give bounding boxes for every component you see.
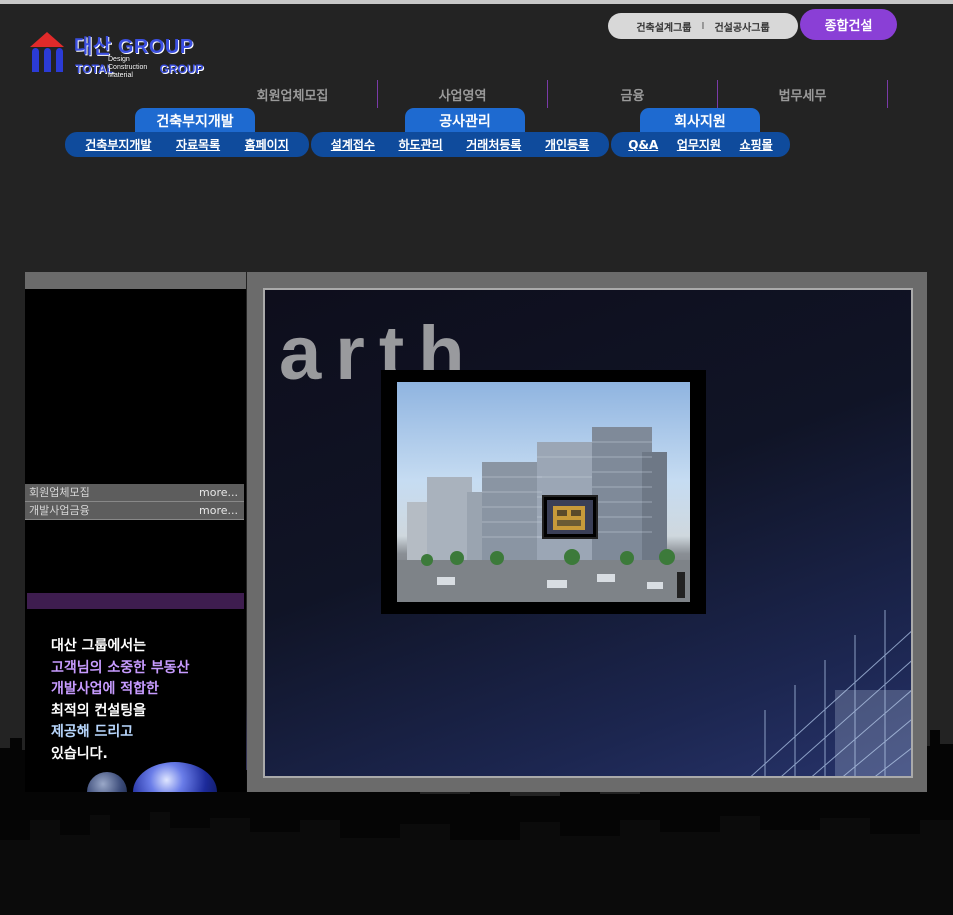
submenu-item-data-list[interactable]: 자료목록: [176, 136, 220, 153]
main-visual-frame: arth finar: [247, 272, 927, 792]
submenu-tab-site-development[interactable]: 건축부지개발: [135, 108, 255, 133]
submenu-tab-construction-management[interactable]: 공사관리: [405, 108, 525, 133]
top-group-links: 건축설계그룹 I 건설공사그룹: [608, 13, 798, 39]
left-panel-divider: [27, 593, 244, 609]
top-link-design-group[interactable]: 건축설계그룹: [636, 19, 691, 34]
main-visual: arth finar: [263, 288, 913, 778]
logo-pillars-icon: [32, 48, 64, 72]
news-row-development-finance[interactable]: 개발사업금융 more...: [25, 502, 244, 520]
daesan-group-logo[interactable]: 대산 GROUP TOTAL GROUP Design Construction…: [28, 30, 218, 82]
main-menu: 회원업체모집 사업영역 금융 법무세무: [208, 80, 888, 108]
submenu-item-personal-register[interactable]: 개인등록: [545, 136, 589, 153]
submenu-item-subcontract[interactable]: 하도관리: [399, 136, 443, 153]
logo-name: 대산 GROUP: [74, 36, 194, 58]
submenu-bar-construction-management: 설계접수 하도관리 거래처등록 개인등록: [311, 132, 609, 157]
company-message: 대산 그룹에서는 고객님의 소중한 부동산 개발사업에 적합한 최적의 컨설팅을…: [51, 636, 190, 765]
logo-small-line-3: Material: [108, 72, 133, 79]
message-line-3: 개발사업에 적합한: [51, 681, 159, 697]
building-photo: [397, 382, 690, 602]
submenu-item-qna[interactable]: Q&A: [628, 138, 658, 152]
top-link-construction-group[interactable]: 건설공사그룹: [714, 19, 769, 34]
building-photo-frame: [381, 370, 706, 614]
more-link[interactable]: more...: [199, 484, 238, 501]
top-border: [0, 0, 953, 4]
logo-small-line-2: Construction: [108, 64, 148, 71]
menu-legal-tax[interactable]: 법무세무: [718, 80, 888, 108]
top-link-separator: I: [701, 20, 705, 32]
logo-roof-icon: [30, 32, 64, 47]
submenu-item-vendor-register[interactable]: 거래처등록: [466, 136, 521, 153]
left-panel-header: [25, 272, 246, 289]
message-line-1: 대산 그룹에서는: [51, 638, 147, 654]
menu-finance[interactable]: 금융: [548, 80, 718, 108]
news-row-title: 회원업체모집: [29, 486, 90, 499]
submenu-bar-site-development: 건축부지개발 자료목록 홈페이지: [65, 132, 309, 157]
news-row-member-recruit[interactable]: 회원업체모집 more...: [25, 484, 244, 502]
submenu-item-homepage[interactable]: 홈페이지: [245, 136, 289, 153]
logo-small-line-1: Design: [108, 56, 130, 63]
submenu-item-site-development[interactable]: 건축부지개발: [85, 136, 151, 153]
message-line-4: 최적의 컨설팅을: [51, 702, 147, 719]
submenu-item-shopping-mall[interactable]: 쇼핑몰: [740, 136, 773, 153]
building-thumbnail[interactable]: [542, 495, 598, 539]
general-construction-button[interactable]: 종합건설: [800, 9, 897, 40]
submenu-bar-company-support: Q&A 업무지원 쇼핑몰: [611, 132, 790, 157]
submenu-tab-company-support[interactable]: 회사지원: [640, 108, 760, 133]
message-line-2: 고객님의 소중한 부동산: [51, 659, 190, 676]
menu-member-recruit[interactable]: 회원업체모집: [208, 80, 378, 108]
glass-building-decoration: [750, 610, 911, 776]
message-line-5: 제공해 드리고: [51, 724, 134, 740]
submenu-item-business-support[interactable]: 업무지원: [677, 136, 721, 153]
more-link[interactable]: more...: [199, 502, 238, 519]
menu-business-area[interactable]: 사업영역: [378, 80, 548, 108]
left-panel: 회원업체모집 more... 개발사업금융 more... 대산 그룹에서는 고…: [25, 272, 246, 792]
globe-small-icon: [87, 772, 127, 792]
globe-icon: [133, 762, 217, 792]
news-row-title: 개발사업금융: [29, 504, 90, 517]
submenu-item-design-request[interactable]: 설계접수: [331, 136, 375, 153]
